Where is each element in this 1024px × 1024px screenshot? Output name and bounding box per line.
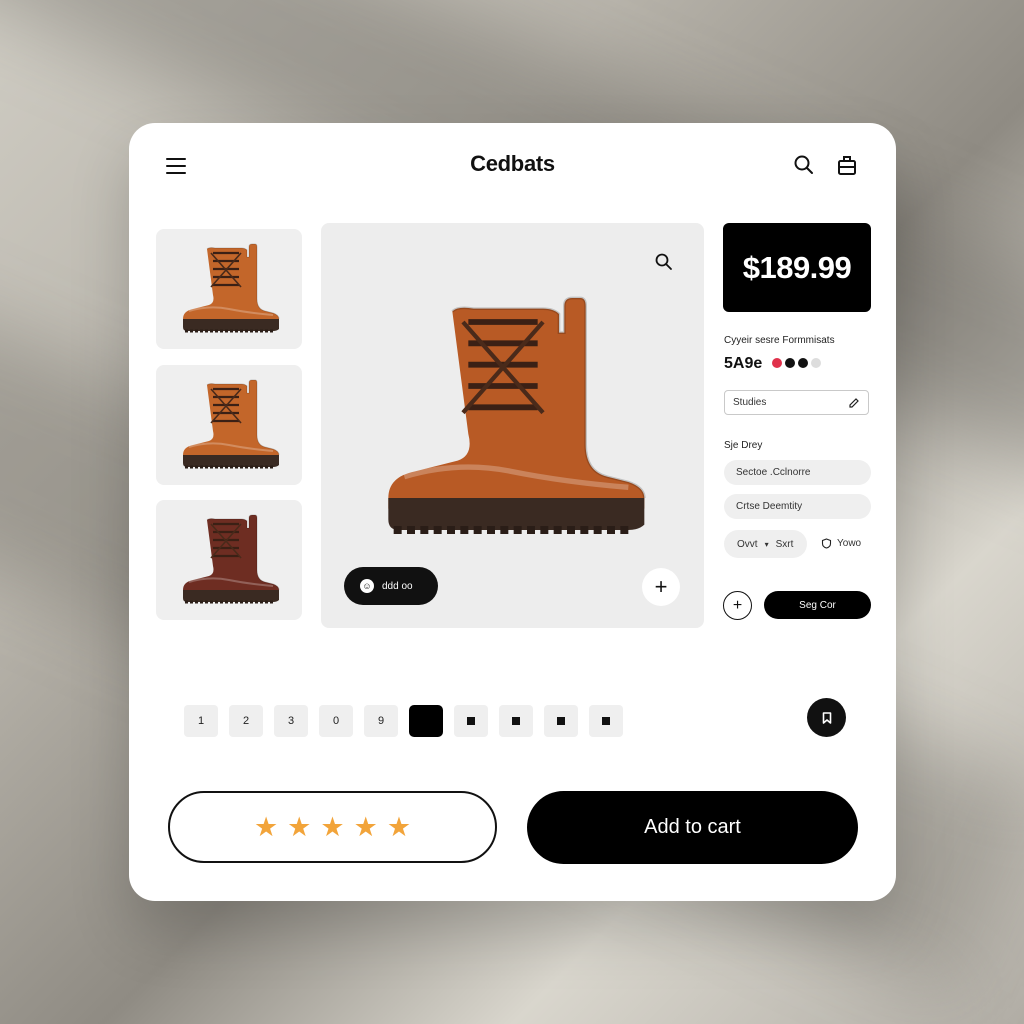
page-button[interactable] [499,705,533,737]
bag-icon[interactable] [835,153,859,177]
star-icon[interactable]: ★ [320,813,344,841]
color-swatches [772,355,824,373]
page-button[interactable] [589,705,623,737]
boot-image [183,379,280,469]
square-icon [557,717,565,725]
smile-icon: ☺ [360,579,374,593]
thumbnail-2[interactable] [156,365,302,485]
color-swatch[interactable] [811,358,822,368]
size-label: 5A9e [724,355,763,372]
boot-image [388,296,646,534]
option-1[interactable]: Sectoe .Cclnorre [724,460,871,485]
page-button[interactable] [454,705,488,737]
option-2[interactable]: Crtse Deemtity [724,494,871,519]
page-button[interactable]: 3 [274,705,308,737]
page-button[interactable] [544,705,578,737]
square-icon [512,717,520,725]
size-heading: Sje Drey [724,440,763,451]
product-subtitle: Cyyeir sesre Formmisats [724,335,835,346]
add-to-cart-button[interactable]: Add to cart [527,791,858,864]
page-button[interactable]: 2 [229,705,263,737]
page-button[interactable]: 1 [184,705,218,737]
add-view-button[interactable]: + [642,568,680,606]
page-button[interactable]: 0 [319,705,353,737]
add-quantity-button[interactable]: + [723,591,752,620]
main-product-image[interactable]: ☺ ddd oo + [321,223,704,628]
star-icon[interactable]: ★ [254,813,278,841]
square-icon [467,717,475,725]
star-icon[interactable]: ★ [387,813,411,841]
search-icon[interactable] [792,153,816,177]
option-3-a: Ovvt [737,538,758,550]
thumbnail-1[interactable] [156,229,302,349]
boot-image [183,514,280,604]
page-button-active[interactable] [409,705,443,737]
square-icon [602,717,610,725]
star-icon[interactable]: ★ [354,813,378,841]
color-swatch[interactable] [785,358,796,368]
star-rating[interactable]: ★ ★ ★ ★ ★ [168,791,497,863]
secondary-button[interactable]: Seg Cor [764,591,871,619]
option-3-dropdown[interactable]: Ovvt ▾ Sxrt [724,530,807,558]
brand-title: Cedbats [470,151,555,176]
bookmark-icon [822,711,831,724]
color-swatch[interactable] [772,358,783,368]
boot-image [183,243,280,333]
zoom-icon[interactable] [654,252,674,272]
studies-field-value: Studies [733,397,767,408]
view-badge-label: ddd oo [382,580,413,592]
star-icon[interactable]: ★ [287,813,311,841]
price-tag: $189.99 [723,223,871,312]
bookmark-button[interactable] [807,698,846,737]
page-button[interactable]: 9 [364,705,398,737]
product-card: Cedbats ☺ ddd oo + $189.99 Cyyeir sesre … [129,123,896,901]
option-3-b: Sxrt [775,538,794,550]
shield-icon [821,538,832,549]
pagination: 12309 [184,705,623,737]
color-swatch[interactable] [798,358,809,368]
option-link[interactable]: Yowo [821,538,861,549]
option-link-label: Yowo [837,538,862,549]
chevron-icon: ▾ [764,539,769,549]
studies-field[interactable]: Studies [724,390,869,415]
edit-icon[interactable] [848,397,860,409]
thumbnail-3[interactable] [156,500,302,620]
view-badge-button[interactable]: ☺ ddd oo [344,567,438,605]
size-color-row: 5A9e [724,355,824,373]
